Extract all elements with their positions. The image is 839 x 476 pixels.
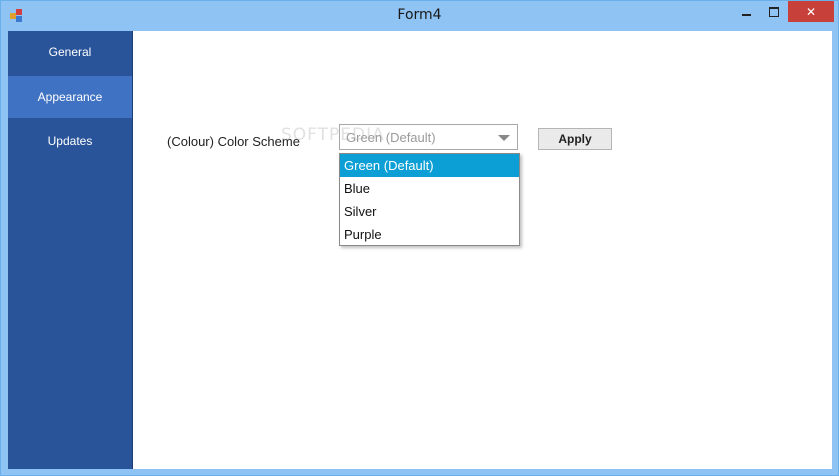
sidebar: General Appearance Updates bbox=[8, 31, 133, 469]
appearance-panel: (Colour) Color Scheme Green (Default) SO… bbox=[133, 31, 832, 469]
option-purple[interactable]: Purple bbox=[340, 223, 519, 246]
sidebar-item-label: Appearance bbox=[37, 90, 103, 104]
sidebar-item-appearance[interactable]: Appearance bbox=[8, 76, 132, 118]
maximize-button[interactable] bbox=[760, 1, 788, 22]
sidebar-item-label: Updates bbox=[47, 134, 93, 148]
maximize-icon bbox=[769, 6, 779, 17]
sidebar-item-updates[interactable]: Updates bbox=[8, 120, 132, 162]
client-area: General Appearance Updates (Colour) Colo… bbox=[8, 31, 832, 469]
app-window: Form4 ✕ General Appearance Updates (Colo… bbox=[0, 0, 839, 476]
minimize-icon bbox=[741, 13, 751, 16]
title-bar[interactable]: Form4 ✕ bbox=[1, 1, 838, 31]
option-silver[interactable]: Silver bbox=[340, 200, 519, 223]
apply-button[interactable]: Apply bbox=[538, 128, 612, 150]
watermark: SOFTPEDIA bbox=[281, 125, 385, 145]
sidebar-item-label: General bbox=[48, 45, 92, 59]
color-scheme-label: (Colour) Color Scheme bbox=[167, 134, 300, 149]
sidebar-item-general[interactable]: General bbox=[8, 31, 132, 73]
close-button[interactable]: ✕ bbox=[788, 1, 834, 22]
color-scheme-dropdown-list: Green (Default) Blue Silver Purple bbox=[339, 153, 520, 246]
option-green-default[interactable]: Green (Default) bbox=[340, 154, 519, 177]
option-blue[interactable]: Blue bbox=[340, 177, 519, 200]
chevron-down-icon[interactable] bbox=[498, 135, 510, 141]
close-icon: ✕ bbox=[805, 4, 817, 19]
window-title: Form4 bbox=[397, 7, 442, 23]
minimize-button[interactable] bbox=[732, 1, 760, 22]
